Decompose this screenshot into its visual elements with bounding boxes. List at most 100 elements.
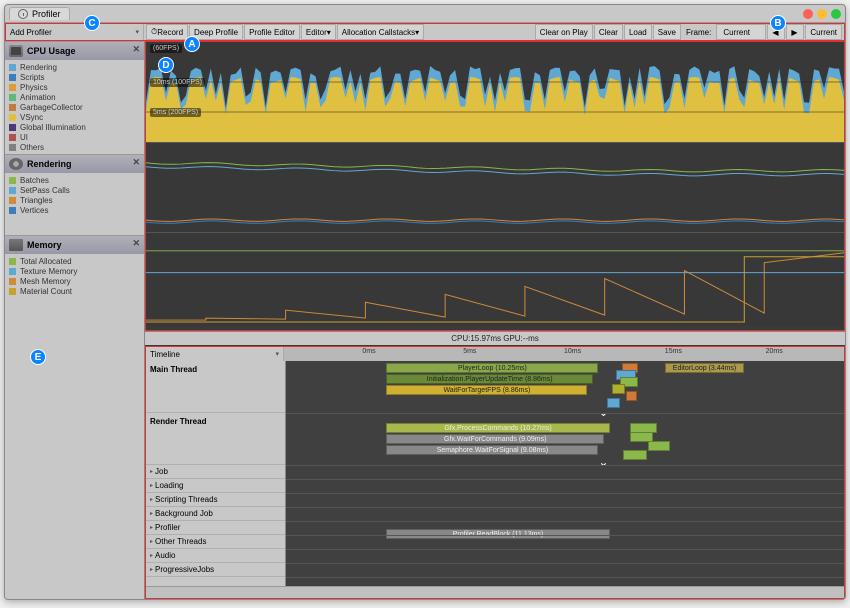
editor-dropdown[interactable]: Editor ▾	[301, 24, 336, 40]
legend-item[interactable]: Animation	[9, 92, 140, 102]
chevron-down-icon[interactable]: ⌄	[598, 405, 608, 419]
timeline-bar[interactable]: PlayerLoop (10.25ms)	[386, 363, 598, 373]
horizontal-scrollbar[interactable]	[146, 586, 844, 598]
legend-item[interactable]: Material Count	[9, 286, 140, 296]
rendering-module-header[interactable]: Rendering ✕	[5, 154, 144, 173]
cpu-chart[interactable]: (60FPS) 10ms (100FPS) 5ms (200FPS)	[146, 42, 844, 142]
legend-item[interactable]: Scripts	[9, 72, 140, 82]
record-button[interactable]: ⏱ Record	[146, 24, 188, 40]
dropdown-arrow-icon: ▾	[275, 350, 279, 358]
minimize-window-icon[interactable]	[817, 9, 827, 19]
legend-item[interactable]: Mesh Memory	[9, 276, 140, 286]
legend-swatch	[9, 94, 16, 101]
close-module-icon[interactable]: ✕	[132, 44, 140, 55]
timeline-tracks[interactable]: PlayerLoop (10.25ms)Initialization.Playe…	[286, 361, 844, 586]
timeline-bar[interactable]	[607, 398, 620, 408]
callout-a: A	[184, 36, 200, 52]
status-bar: CPU:15.97ms GPU:--ms	[145, 331, 845, 345]
cpu-module-header[interactable]: CPU Usage ✕	[5, 41, 144, 60]
timeline-bar[interactable]: Initialization.PlayerUpdateTime (8.86ms)	[386, 374, 592, 384]
legend-swatch	[9, 258, 16, 265]
load-button[interactable]: Load	[624, 24, 652, 40]
legend-item[interactable]: Total Allocated	[9, 256, 140, 266]
legend-item[interactable]: VSync	[9, 112, 140, 122]
legend-item[interactable]: Batches	[9, 175, 140, 185]
timeline-view-dropdown[interactable]: Timeline ▾	[146, 347, 284, 361]
legend-item[interactable]: Global Illumination	[9, 122, 140, 132]
frame-current-value: Current	[716, 24, 766, 40]
dropdown-arrow-icon: ▾	[135, 28, 139, 36]
profiler-tab[interactable]: Profiler	[9, 7, 70, 20]
timeline-bar[interactable]: WaitForTargetFPS (8.86ms)	[386, 385, 587, 395]
timeline-bar[interactable]: Profiler.ReadBlock (11.13ms)	[386, 529, 609, 539]
ruler-tick: 0ms	[362, 348, 375, 355]
timeline-bar[interactable]	[623, 450, 647, 460]
frame-label: Frame:	[682, 24, 715, 40]
expand-icon: ▸	[150, 468, 153, 475]
main-panel: (60FPS) 10ms (100FPS) 5ms (200FPS) CPU:1…	[145, 41, 845, 599]
clear-on-play-button[interactable]: Clear on Play	[535, 24, 593, 40]
legend-swatch	[9, 114, 16, 121]
callout-e: E	[30, 349, 46, 365]
legend-label: Mesh Memory	[20, 277, 71, 286]
legend-item[interactable]: GarbageCollector	[9, 102, 140, 112]
timeline-body: Main ThreadRender Thread▸Job▸Loading▸Scr…	[146, 361, 844, 586]
thread-label[interactable]: ▸Job	[146, 465, 285, 479]
legend-swatch	[9, 278, 16, 285]
chevron-down-icon[interactable]: ⌄	[598, 455, 608, 469]
thread-name: Background Job	[155, 509, 213, 518]
close-window-icon[interactable]	[803, 9, 813, 19]
legend-label: VSync	[20, 113, 43, 122]
timeline-bar[interactable]: Gfx.ProcessCommands (10.27ms)	[386, 423, 609, 433]
thread-label[interactable]: ▸Profiler	[146, 521, 285, 535]
legend-item[interactable]: Others	[9, 142, 140, 152]
thread-label: Render Thread	[146, 413, 285, 465]
profiler-window: Profiler Add Profiler ▾ ⏱ Record Deep Pr…	[4, 4, 846, 600]
close-module-icon[interactable]: ✕	[132, 157, 140, 168]
expand-icon: ▸	[150, 496, 153, 503]
legend-swatch	[9, 104, 16, 111]
thread-label[interactable]: ▸Scripting Threads	[146, 493, 285, 507]
next-frame-button[interactable]: ▶	[786, 24, 804, 40]
legend-item[interactable]: Rendering	[9, 62, 140, 72]
legend-item[interactable]: Vertices	[9, 205, 140, 215]
current-frame-button[interactable]: Current	[805, 24, 842, 40]
thread-label[interactable]: ▸Loading	[146, 479, 285, 493]
memory-chart[interactable]	[146, 232, 844, 326]
legend-item[interactable]: Triangles	[9, 195, 140, 205]
legend-item[interactable]: Physics	[9, 82, 140, 92]
timeline-bar[interactable]: EditorLoop (3.44ms)	[665, 363, 743, 373]
legend-swatch	[9, 268, 16, 275]
rendering-chart[interactable]	[146, 142, 844, 232]
charts-area[interactable]: (60FPS) 10ms (100FPS) 5ms (200FPS)	[145, 41, 845, 331]
memory-module-header[interactable]: Memory ✕	[5, 235, 144, 254]
legend-item[interactable]: Texture Memory	[9, 266, 140, 276]
legend-item[interactable]: SetPass Calls	[9, 185, 140, 195]
close-module-icon[interactable]: ✕	[132, 238, 140, 249]
timeline-bar[interactable]	[626, 391, 637, 401]
legend-swatch	[9, 124, 16, 131]
timeline-bar[interactable]: Gfx.WaitForCommands (9.09ms)	[386, 434, 604, 444]
thread-label[interactable]: ▸Other Threads	[146, 535, 285, 549]
legend-label: Others	[20, 143, 44, 152]
time-ruler[interactable]: 0ms5ms10ms15ms20ms	[284, 347, 844, 361]
fps-badge-100: 10ms (100FPS)	[150, 78, 205, 87]
thread-label[interactable]: ▸Audio	[146, 549, 285, 563]
add-profiler-dropdown[interactable]: Add Profiler ▾	[6, 24, 144, 40]
thread-label[interactable]: ▸Background Job	[146, 507, 285, 521]
timeline-bar[interactable]	[648, 441, 670, 451]
timeline-bar[interactable]: Semaphore.WaitForSignal (9.08ms)	[386, 445, 598, 455]
profile-editor-button[interactable]: Profile Editor	[244, 24, 300, 40]
profiler-icon	[18, 9, 28, 19]
maximize-window-icon[interactable]	[831, 9, 841, 19]
thread-label[interactable]: ▸ProgressiveJobs	[146, 563, 285, 577]
clear-button[interactable]: Clear	[594, 24, 623, 40]
save-button[interactable]: Save	[653, 24, 681, 40]
rendering-legend: BatchesSetPass CallsTrianglesVertices	[5, 173, 144, 235]
thread-labels: Main ThreadRender Thread▸Job▸Loading▸Scr…	[146, 361, 286, 586]
cpu-legend: RenderingScriptsPhysicsAnimationGarbageC…	[5, 60, 144, 154]
timeline-bar[interactable]	[612, 384, 625, 394]
thread-name: Scripting Threads	[155, 495, 218, 504]
allocation-callstacks-dropdown[interactable]: Allocation Callstacks ▾	[337, 24, 424, 40]
legend-item[interactable]: UI	[9, 132, 140, 142]
